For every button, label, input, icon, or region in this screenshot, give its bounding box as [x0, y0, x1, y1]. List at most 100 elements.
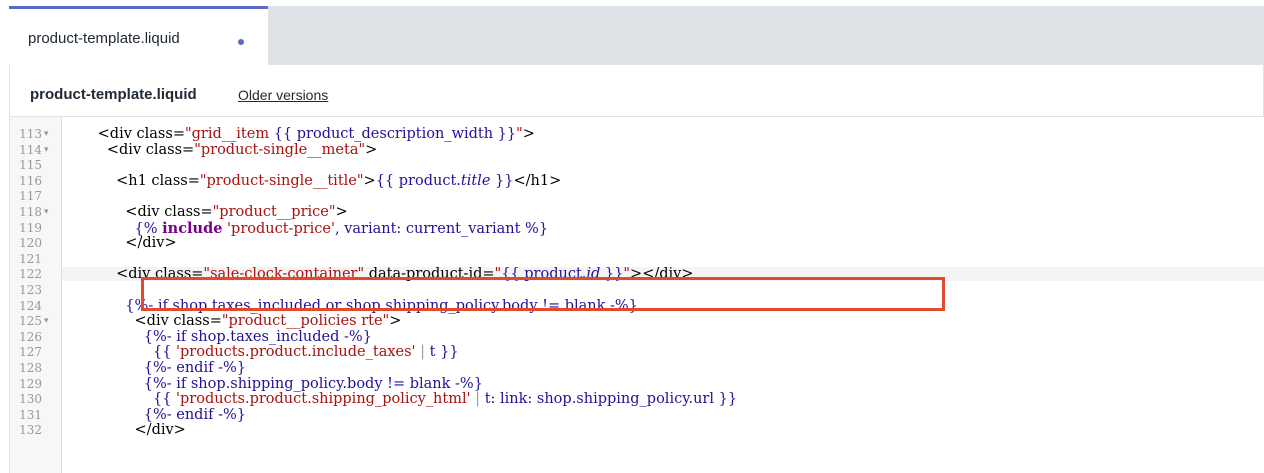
code-token: title [460, 172, 491, 189]
code-text: <div class="sale-clock-container" data-p… [70, 266, 694, 283]
code-line[interactable]: 125 ▾ <div class="product__policies rte"> [10, 313, 1264, 330]
code-text: </div> [70, 422, 186, 439]
code-line[interactable]: 120 </div> [10, 235, 1264, 252]
code-line[interactable]: 119 {% include 'product-price', variant:… [10, 219, 1264, 237]
code-line[interactable]: 128 {%- endif -%} [10, 360, 1264, 376]
code-token: {{ [70, 391, 177, 408]
code-token: </div> [70, 422, 186, 439]
code-token: {%- if shop.taxes_included or shop.shipp… [70, 297, 638, 314]
file-header: product-template.liquid Older versions [9, 65, 1264, 117]
code-text: <h1 class="product-single__title">{{ pro… [70, 172, 561, 189]
line-number: 125 [19, 314, 42, 329]
code-text: {{ 'products.product.shipping_policy_htm… [70, 391, 737, 408]
line-number: 128 [19, 361, 42, 375]
code-token: class= [145, 141, 195, 158]
line-number: 122 [19, 267, 42, 282]
code-token: "product__price" [212, 204, 336, 220]
code-text: {%- if shop.shipping_policy.body != blan… [70, 375, 483, 392]
line-number: 126 [19, 329, 42, 344]
line-number: 113 [19, 127, 42, 141]
line-number: 124 [19, 298, 42, 313]
code-token: class= [136, 126, 185, 142]
code-token: ></div> [630, 266, 694, 283]
line-number: 129 [19, 376, 42, 391]
line-number: 117 [19, 189, 42, 204]
code-token: > [389, 313, 402, 330]
code-token: }} [600, 266, 624, 283]
code-line[interactable]: 127 {{ 'products.product.include_taxes' … [10, 344, 1264, 361]
code-line[interactable]: 124 {%- if shop.taxes_included or shop.s… [10, 297, 1264, 314]
line-number: 121 [19, 251, 42, 266]
fold-toggle-icon[interactable]: ▾ [44, 129, 49, 140]
code-token: {% [70, 220, 163, 237]
code-token: {%- if shop.shipping_policy.body != blan… [70, 375, 483, 392]
line-number: 131 [19, 407, 42, 422]
code-editor[interactable]: 113 ▾ <div class="grid__item {{ product_d… [9, 117, 1264, 473]
code-token: "grid__item [184, 126, 274, 142]
code-text: <div class="grid__item {{ product_descri… [70, 126, 535, 142]
code-token: | [415, 344, 430, 361]
code-token: <div [70, 141, 146, 158]
code-token: {%- endif -%} [70, 360, 246, 376]
code-text: {%- if shop.taxes_included -%} [70, 328, 372, 345]
code-line[interactable]: 116 <h1 class="product-single__title">{{… [10, 172, 1264, 189]
code-token: {{ product. [375, 172, 461, 189]
line-number: 132 [19, 423, 42, 438]
code-token: <div [70, 204, 165, 220]
code-text: {%- if shop.taxes_included or shop.shipp… [70, 297, 638, 314]
code-token: <h1 [70, 172, 152, 189]
code-line[interactable]: 113 ▾ <div class="grid__item {{ product_d… [10, 126, 1264, 142]
code-text: <div class="product__policies rte"> [70, 313, 402, 330]
code-line[interactable]: 118 ▾ <div class="product__price"> [10, 204, 1264, 220]
code-token: class= [173, 313, 222, 330]
fold-toggle-icon[interactable]: ▾ [44, 207, 49, 218]
line-number: 120 [19, 236, 42, 251]
code-token: 'product-price' [222, 220, 335, 237]
line-number: 114 [19, 142, 42, 157]
tab-product-template[interactable]: product-template.liquid [9, 6, 268, 65]
code-line[interactable]: 122 <div class="sale-clock-container" da… [10, 266, 1264, 283]
fold-toggle-icon[interactable]: ▾ [44, 316, 49, 327]
code-line[interactable]: 114 ▾ <div class="product-single__meta"> [10, 141, 1264, 158]
code-token: <div [70, 126, 137, 142]
code-token: {%- endif -%} [70, 406, 246, 423]
code-line[interactable]: 115 [10, 159, 1264, 171]
code-line[interactable]: 117 [10, 189, 1264, 204]
code-line[interactable]: 131 {%- endif -%} [10, 406, 1264, 423]
code-token: t }} [429, 344, 459, 361]
code-line[interactable]: 129 {%- if shop.shipping_policy.body != … [10, 375, 1264, 392]
code-token: class= [154, 266, 204, 283]
code-token: data-product-id= [364, 266, 495, 283]
code-token: id [586, 266, 601, 283]
tab-label: product-template.liquid [28, 30, 180, 47]
code-token: <div [70, 313, 174, 330]
code-token: "product__policies rte" [221, 313, 390, 330]
code-line[interactable]: 126 {%- if shop.taxes_included -%} [10, 328, 1264, 345]
code-token: > [363, 172, 376, 189]
line-number: 123 [19, 283, 42, 297]
code-line[interactable]: 132 </div> [10, 422, 1264, 439]
code-token: "product-single__meta" [194, 141, 366, 158]
code-text: {% include 'product-price', variant: cur… [70, 219, 549, 237]
unsaved-changes-dot-icon [238, 39, 244, 45]
code-line[interactable]: 123 [10, 283, 1264, 297]
code-token: {{ product_description_width }} [273, 126, 517, 142]
line-number: 116 [19, 173, 42, 188]
code-text: <div class="product__price"> [70, 204, 348, 220]
code-token: <div [70, 266, 155, 283]
code-token: include [162, 219, 223, 237]
editor-tab-bar: product-template.liquid [9, 6, 1264, 65]
older-versions-link[interactable]: Older versions [238, 87, 328, 103]
line-number: 119 [19, 220, 42, 235]
code-token: | [470, 391, 485, 408]
code-line[interactable]: 121 [10, 251, 1264, 266]
code-token: class= [164, 204, 213, 220]
code-token: </div> [70, 235, 177, 252]
line-number: 127 [19, 345, 42, 360]
code-token: {%- if shop.taxes_included -%} [70, 328, 372, 345]
fold-toggle-icon[interactable]: ▾ [44, 145, 49, 156]
code-token: > [335, 204, 348, 220]
code-line[interactable]: 130 {{ 'products.product.shipping_policy… [10, 391, 1264, 408]
line-number: 130 [19, 392, 42, 407]
code-token: " [516, 126, 523, 142]
